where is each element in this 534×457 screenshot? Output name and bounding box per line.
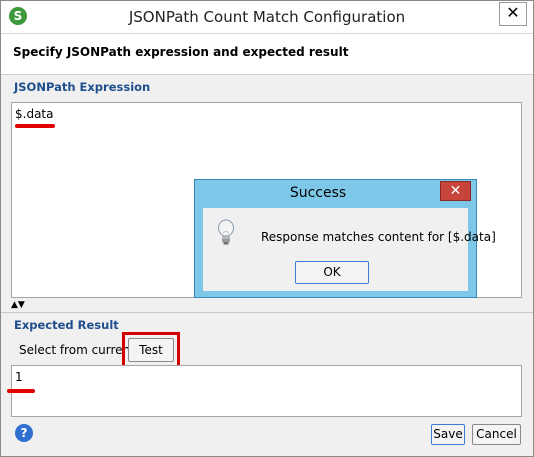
expected-annotation (7, 389, 35, 393)
ok-button[interactable]: OK (295, 261, 369, 284)
lightbulb-icon (218, 219, 234, 245)
title-bar: S JSONPath Count Match Configuration ✕ (1, 1, 533, 34)
cancel-button[interactable]: Cancel (472, 424, 521, 445)
header-text: Specify JSONPath expression and expected… (13, 45, 349, 59)
expression-label: JSONPath Expression (14, 80, 151, 94)
config-window: S JSONPath Count Match Configuration ✕ S… (0, 0, 534, 457)
close-icon[interactable]: ✕ (499, 2, 527, 26)
save-button[interactable]: Save (431, 424, 465, 445)
window-title: JSONPath Count Match Configuration (128, 8, 406, 26)
dialog-close-icon[interactable]: ✕ (440, 181, 471, 201)
expression-annotation (15, 124, 55, 128)
expected-label: Expected Result (14, 318, 119, 332)
select-from-current-label: Select from current (19, 343, 135, 357)
section-divider (1, 312, 533, 313)
expression-value: $.data (15, 107, 54, 121)
help-icon[interactable]: ? (15, 424, 33, 442)
expected-result-value: 1 (15, 370, 23, 384)
expected-result-input[interactable]: 1 (11, 365, 522, 417)
dialog-message: Response matches content for [$.data] (261, 230, 496, 244)
dialog-body: Response matches content for [$.data] OK (203, 208, 496, 291)
header-strip: Specify JSONPath expression and expected… (1, 34, 533, 75)
success-dialog: Success ✕ Response matches content for [… (194, 179, 496, 298)
test-button[interactable]: Test (128, 338, 174, 362)
expand-collapse-icon[interactable]: ▲▼ (11, 300, 25, 310)
dialog-title: Success (289, 185, 347, 201)
